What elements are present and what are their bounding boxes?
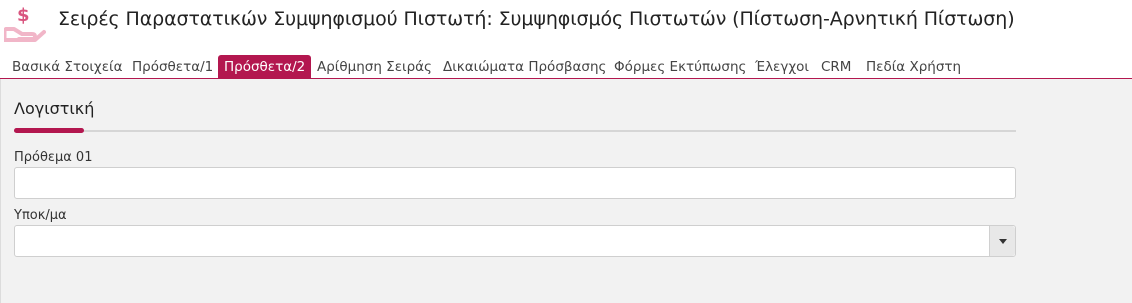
tab-crm[interactable]: CRM: [821, 55, 851, 79]
prefix-label: Πρόθεμα 01: [14, 150, 93, 165]
chevron-down-icon[interactable]: [989, 226, 1015, 256]
page-header: $ Σειρές Παραστατικών Συμψηφισμού Πιστωτ…: [0, 0, 1132, 46]
branch-select[interactable]: [14, 225, 1016, 257]
money-hand-icon: $: [4, 5, 46, 42]
tab-extra-1[interactable]: Πρόσθετα/1: [132, 55, 213, 79]
tab-checks[interactable]: Έλεγχοι: [755, 55, 809, 79]
page-title: Σειρές Παραστατικών Συμψηφισμού Πιστωτή:…: [58, 8, 1015, 30]
tab-content: Λογιστική Πρόθεμα 01 Υποκ/μα: [0, 79, 1132, 303]
section-accent: [14, 128, 84, 133]
tab-print-forms[interactable]: Φόρμες Εκτύπωσης: [614, 55, 746, 79]
tab-bar: Βασικά Στοιχεία Πρόσθετα/1 Πρόσθετα/2 Αρ…: [0, 55, 1132, 79]
tab-access-rights[interactable]: Δικαιώματα Πρόσβασης: [443, 55, 606, 79]
branch-label: Υποκ/μα: [14, 208, 67, 223]
svg-text:$: $: [17, 5, 30, 26]
section-title: Λογιστική: [14, 99, 95, 118]
tab-extra-2[interactable]: Πρόσθετα/2: [218, 55, 312, 79]
tab-basic-info[interactable]: Βασικά Στοιχεία: [12, 55, 122, 79]
prefix-input[interactable]: [14, 167, 1016, 199]
tab-user-fields[interactable]: Πεδία Χρήστη: [866, 55, 961, 79]
tab-series-numbering[interactable]: Αρίθμηση Σειράς: [317, 55, 432, 79]
section-divider: [14, 130, 1016, 132]
